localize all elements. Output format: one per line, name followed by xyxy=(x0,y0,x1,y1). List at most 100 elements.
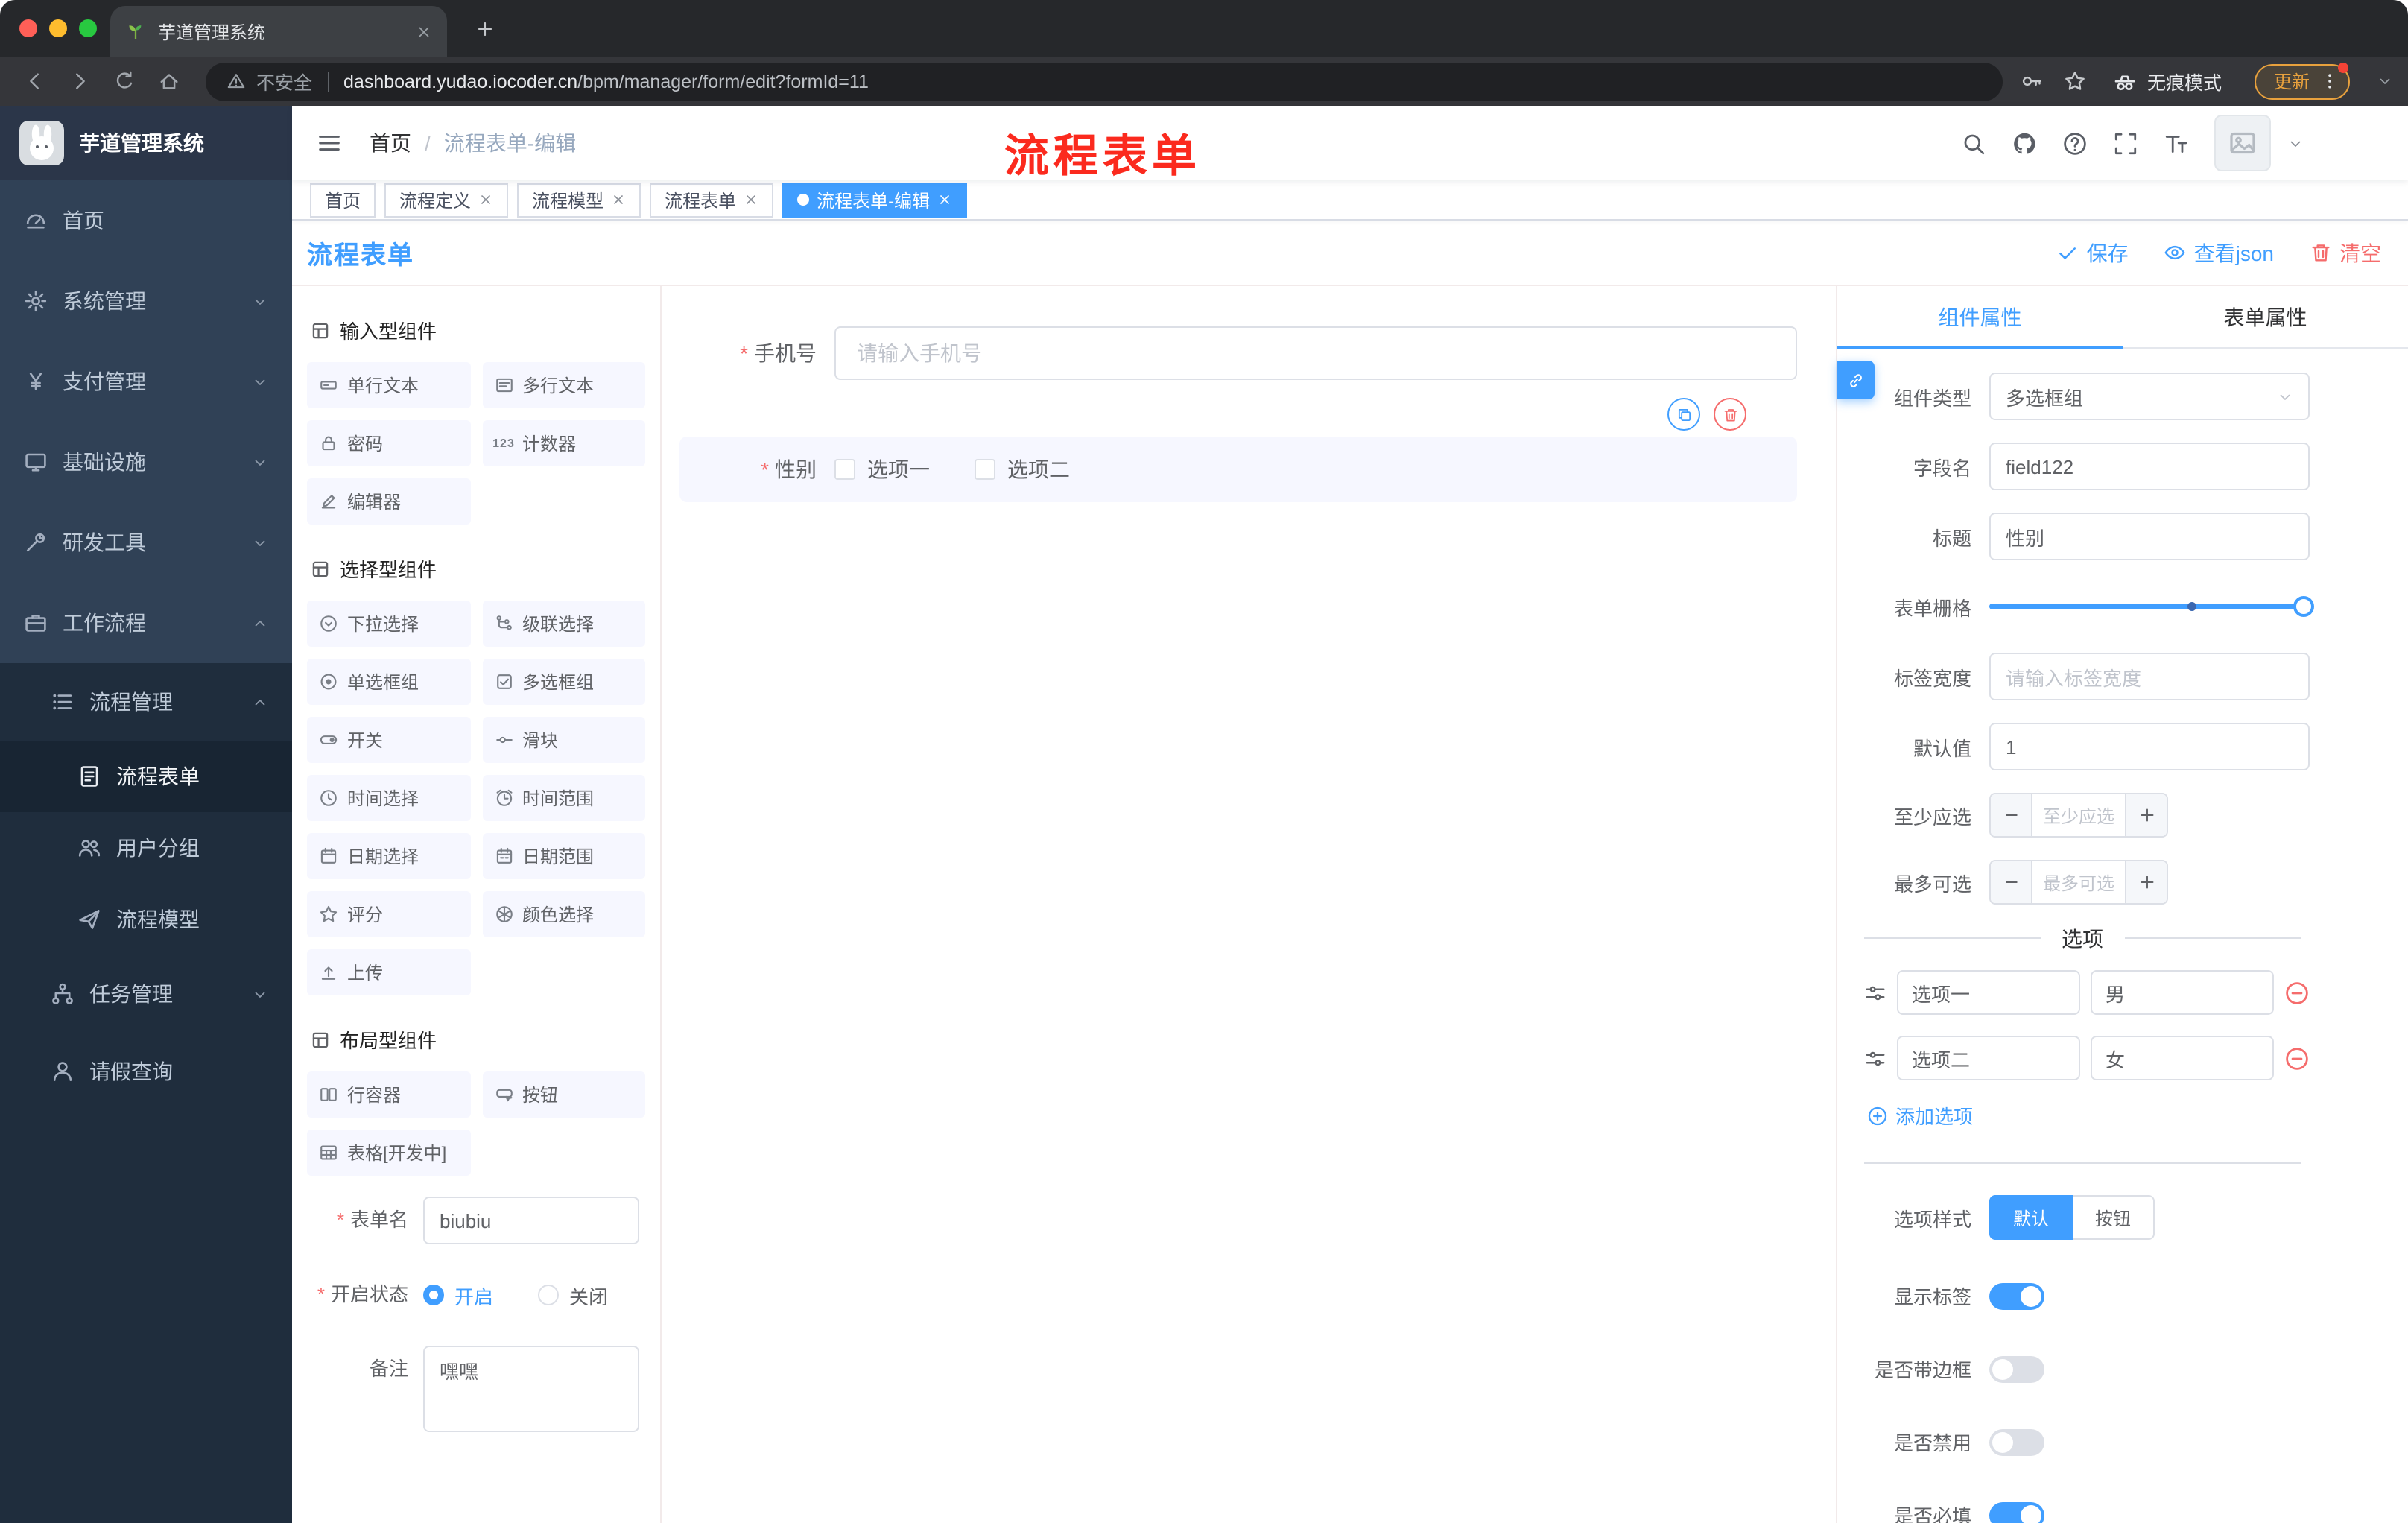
sidebar-item-infrastructure[interactable]: 基础设施 xyxy=(0,422,292,502)
palette-item-switch[interactable]: 开关 xyxy=(307,717,470,763)
tab-process-form[interactable]: 流程表单 xyxy=(650,183,774,217)
palette-item-date-range[interactable]: 日期范围 xyxy=(482,833,645,879)
slider-handle[interactable] xyxy=(2293,596,2314,617)
tab-process-model[interactable]: 流程模型 xyxy=(517,183,641,217)
sidebar-item-process-management[interactable]: 流程管理 xyxy=(0,663,292,741)
tab-close-icon[interactable] xyxy=(416,23,432,39)
palette-item-date-picker[interactable]: 日期选择 xyxy=(307,833,470,879)
max-select-value[interactable]: 最多可选 xyxy=(2032,861,2125,903)
option-label-input[interactable]: 选项一 xyxy=(1897,970,2080,1015)
palette-item-time-range[interactable]: 时间范围 xyxy=(482,775,645,821)
browser-overflow-chevron-icon[interactable] xyxy=(2377,73,2393,89)
update-label[interactable]: 更新 xyxy=(2274,69,2310,94)
field-name-input[interactable]: field122 xyxy=(1989,443,2310,490)
breadcrumb-home[interactable]: 首页 xyxy=(370,128,411,158)
sidebar-item-payment[interactable]: 支付管理 xyxy=(0,341,292,422)
tab-form-props[interactable]: 表单属性 xyxy=(2123,286,2408,347)
fullscreen-icon[interactable] xyxy=(2113,130,2138,156)
palette-item-editor[interactable]: 编辑器 xyxy=(307,478,470,525)
increase-button[interactable] xyxy=(2125,861,2167,903)
canvas-field-phone[interactable]: 手机号 请输入手机号 xyxy=(679,326,1797,380)
palette-item-checkbox-group[interactable]: 多选框组 xyxy=(482,659,645,705)
palette-item-button[interactable]: 按钮 xyxy=(482,1071,645,1118)
security-label[interactable]: 不安全 xyxy=(256,67,312,95)
default-value-input[interactable]: 1 xyxy=(1989,723,2310,770)
palette-item-input-text[interactable]: 单行文本 xyxy=(307,362,470,408)
palette-item-upload[interactable]: 上传 xyxy=(307,949,470,995)
palette-item-cascader[interactable]: 级联选择 xyxy=(482,601,645,647)
style-default-button[interactable]: 默认 xyxy=(1989,1195,2073,1240)
hamburger-icon[interactable] xyxy=(316,130,343,156)
field-tree-toggle[interactable] xyxy=(1837,361,1875,399)
min-select-value[interactable]: 至少应选 xyxy=(2032,794,2125,836)
remove-option-icon[interactable] xyxy=(2284,980,2310,1005)
checkbox-option-1[interactable]: 选项一 xyxy=(834,455,930,484)
radio-disabled[interactable]: 关闭 xyxy=(538,1281,608,1309)
palette-item-slider[interactable]: 滑块 xyxy=(482,717,645,763)
palette-item-rate[interactable]: 评分 xyxy=(307,891,470,937)
forward-icon[interactable] xyxy=(60,63,98,99)
palette-item-radio-group[interactable]: 单选框组 xyxy=(307,659,470,705)
font-size-icon[interactable] xyxy=(2164,130,2189,156)
palette-item-textarea[interactable]: 多行文本 xyxy=(482,362,645,408)
delete-component-button[interactable] xyxy=(1714,398,1746,431)
save-button[interactable]: 保存 xyxy=(2057,238,2129,267)
palette-item-table[interactable]: 表格[开发中] xyxy=(307,1130,470,1176)
back-icon[interactable] xyxy=(15,63,54,99)
palette-item-counter[interactable]: 123 计数器 xyxy=(482,420,645,466)
label-width-input[interactable]: 请输入标签宽度 xyxy=(1989,653,2310,700)
form-remark-textarea[interactable]: 嘿嘿 xyxy=(423,1346,639,1432)
browser-tab[interactable]: 芋道管理系统 xyxy=(110,6,447,57)
canvas[interactable]: 手机号 请输入手机号 性别 xyxy=(662,286,1836,1523)
browser-menu-icon[interactable] xyxy=(2320,72,2339,91)
url-input[interactable]: 不安全 dashboard.yudao.iocoder.cn/bpm/manag… xyxy=(206,62,2003,101)
tab-component-props[interactable]: 组件属性 xyxy=(1837,286,2123,349)
key-icon[interactable] xyxy=(2021,70,2043,92)
switch-show-label[interactable] xyxy=(1989,1282,2044,1309)
canvas-field-gender[interactable]: 性别 选项一 选项二 xyxy=(679,398,1797,502)
title-input[interactable]: 性别 xyxy=(1989,513,2310,560)
style-button-button[interactable]: 按钮 xyxy=(2073,1195,2155,1240)
github-icon[interactable] xyxy=(2012,130,2037,156)
switch-required[interactable] xyxy=(1989,1501,2044,1523)
sidebar-item-user-group[interactable]: 用户分组 xyxy=(0,812,292,884)
sidebar-item-process-model[interactable]: 流程模型 xyxy=(0,884,292,955)
grid-slider[interactable] xyxy=(1989,583,2314,630)
tab-process-form-edit[interactable]: 流程表单-编辑 xyxy=(782,183,968,217)
palette-item-color-picker[interactable]: 颜色选择 xyxy=(482,891,645,937)
component-type-select[interactable]: 多选框组 xyxy=(1989,373,2310,420)
window-zoom-button[interactable] xyxy=(79,19,97,37)
search-icon[interactable] xyxy=(1961,130,1986,156)
form-name-input[interactable]: biubiu xyxy=(423,1197,639,1244)
increase-button[interactable] xyxy=(2125,794,2167,836)
phone-input[interactable]: 请输入手机号 xyxy=(834,326,1797,380)
copy-component-button[interactable] xyxy=(1667,398,1700,431)
home-icon[interactable] xyxy=(149,63,188,99)
sidebar-item-system[interactable]: 系统管理 xyxy=(0,261,292,341)
switch-disabled[interactable] xyxy=(1989,1428,2044,1455)
option-value-input[interactable]: 女 xyxy=(2091,1036,2274,1080)
tab-process-definition[interactable]: 流程定义 xyxy=(384,183,509,217)
new-tab-button[interactable] xyxy=(465,9,504,48)
palette-item-time-picker[interactable]: 时间选择 xyxy=(307,775,470,821)
option-label-input[interactable]: 选项二 xyxy=(1897,1036,2080,1080)
update-button[interactable]: 更新 xyxy=(2254,62,2350,99)
decrease-button[interactable] xyxy=(1991,861,2032,903)
clear-button[interactable]: 清空 xyxy=(2310,238,2381,267)
reload-icon[interactable] xyxy=(104,63,143,99)
sidebar-logo[interactable]: 芋道管理系统 xyxy=(0,106,292,180)
sidebar-item-workflow[interactable]: 工作流程 xyxy=(0,583,292,663)
window-close-button[interactable] xyxy=(19,19,37,37)
add-option-button[interactable]: 添加选项 xyxy=(1867,1101,2310,1130)
palette-item-password[interactable]: 密码 xyxy=(307,420,470,466)
decrease-button[interactable] xyxy=(1991,794,2032,836)
remove-option-icon[interactable] xyxy=(2284,1045,2310,1071)
view-json-button[interactable]: 查看json xyxy=(2164,238,2274,267)
avatar[interactable] xyxy=(2214,115,2271,171)
sidebar-item-leave-query[interactable]: 请假查询 xyxy=(0,1033,292,1110)
sidebar-item-process-form[interactable]: 流程表单 xyxy=(0,741,292,812)
tab-home[interactable]: 首页 xyxy=(310,183,376,217)
sidebar-item-task-management[interactable]: 任务管理 xyxy=(0,955,292,1033)
help-icon[interactable] xyxy=(2062,130,2088,156)
sidebar-item-devtools[interactable]: 研发工具 xyxy=(0,502,292,583)
